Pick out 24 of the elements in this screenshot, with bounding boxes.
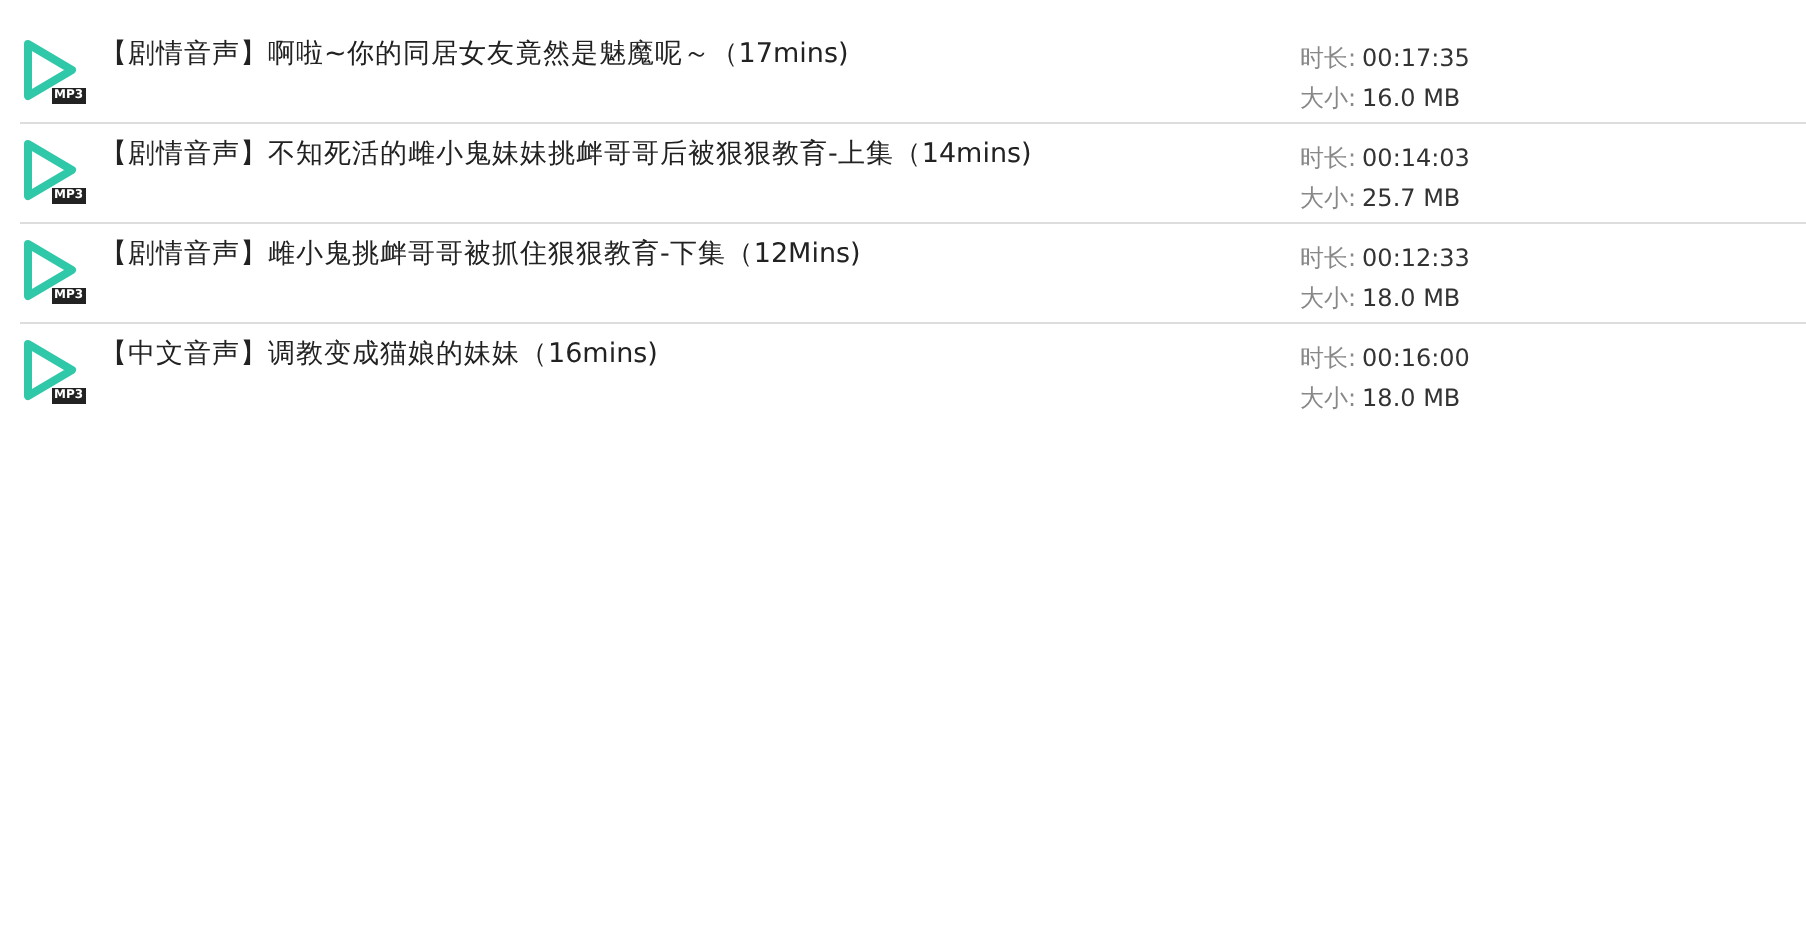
size-label: 大小:	[1300, 184, 1357, 212]
track-title[interactable]: 【剧情音声】不知死活的雌小鬼妹妹挑衅哥哥后被狠狠教育-上集（14mins)	[100, 124, 1300, 222]
duration-value: 00:12:33	[1362, 244, 1470, 272]
size-label: 大小:	[1300, 284, 1357, 312]
duration-value: 00:17:35	[1362, 44, 1470, 72]
play-icon[interactable]	[20, 236, 80, 304]
play-icon[interactable]	[20, 136, 80, 204]
duration-label: 时长:	[1300, 44, 1357, 72]
duration-label: 时长:	[1300, 144, 1357, 172]
duration-value: 00:16:00	[1362, 344, 1470, 372]
duration-label: 时长:	[1300, 344, 1357, 372]
size-label: 大小:	[1300, 384, 1357, 412]
duration-value: 00:14:03	[1362, 144, 1470, 172]
track-title[interactable]: 【剧情音声】雌小鬼挑衅哥哥被抓住狠狠教育-下集（12Mins)	[100, 224, 1300, 322]
track-title[interactable]: 【中文音声】调教变成猫娘的妹妹（16mins)	[100, 324, 1300, 422]
size-value: 18.0 MB	[1362, 384, 1461, 412]
duration-label: 时长:	[1300, 244, 1357, 272]
play-icon[interactable]	[20, 36, 80, 104]
size-value: 25.7 MB	[1362, 184, 1461, 212]
size-label: 大小:	[1300, 84, 1357, 112]
track-title[interactable]: 【剧情音声】啊啦~你的同居女友竟然是魅魔呢～（17mins)	[100, 24, 1300, 122]
size-value: 18.0 MB	[1362, 284, 1461, 312]
size-value: 16.0 MB	[1362, 84, 1461, 112]
play-icon[interactable]	[20, 336, 80, 404]
